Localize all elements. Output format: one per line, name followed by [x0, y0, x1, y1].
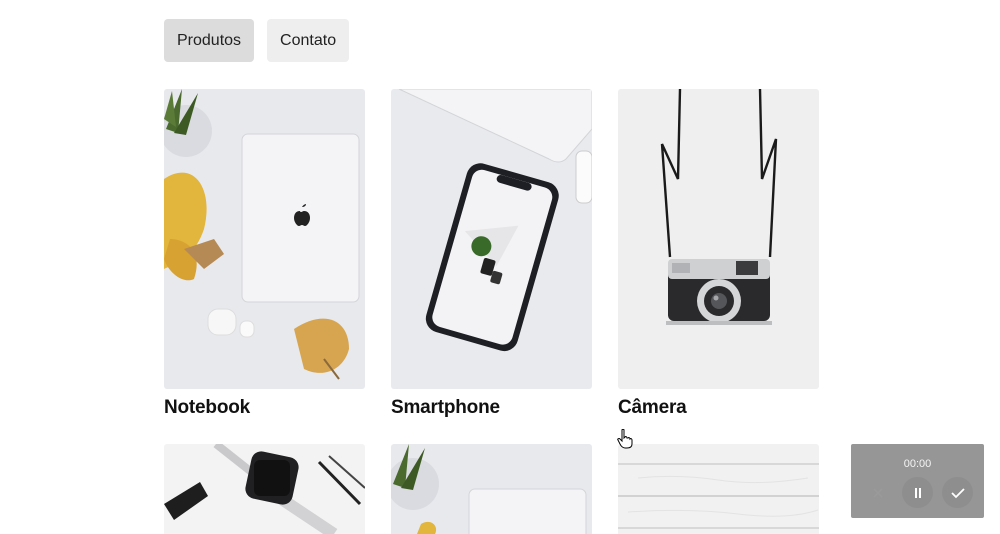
product-card[interactable] — [391, 444, 592, 534]
close-icon — [872, 487, 883, 498]
white-wood-image — [618, 444, 819, 534]
product-title: Notebook — [164, 397, 251, 418]
camera-image — [618, 89, 819, 389]
top-nav: Produtos Contato — [164, 19, 350, 62]
product-title: Câmera — [618, 397, 687, 418]
screen-recorder-panel: 00:00 — [851, 444, 984, 518]
product-title: Smartphone — [391, 397, 500, 418]
recorder-done-button[interactable] — [942, 477, 973, 508]
nav-produtos-button[interactable]: Produtos — [164, 19, 255, 62]
nav-contato-button[interactable]: Contato — [267, 19, 350, 62]
product-card[interactable] — [164, 444, 365, 534]
product-card-smartphone[interactable]: Smartphone — [391, 89, 592, 419]
recorder-pause-button[interactable] — [902, 477, 933, 508]
laptop-image — [164, 89, 365, 389]
product-card-notebook[interactable]: Notebook — [164, 89, 365, 419]
smartphone-image — [391, 89, 592, 389]
smartwatch-image — [164, 444, 365, 534]
pause-icon — [914, 487, 921, 498]
hand-cursor-icon — [617, 429, 633, 449]
check-icon — [950, 487, 965, 498]
recorder-timer: 00:00 — [903, 458, 932, 470]
laptop-image — [391, 444, 592, 534]
recorder-cancel-button[interactable] — [862, 477, 893, 508]
product-card[interactable] — [618, 444, 819, 534]
product-card-camera[interactable]: Câmera — [618, 89, 819, 419]
